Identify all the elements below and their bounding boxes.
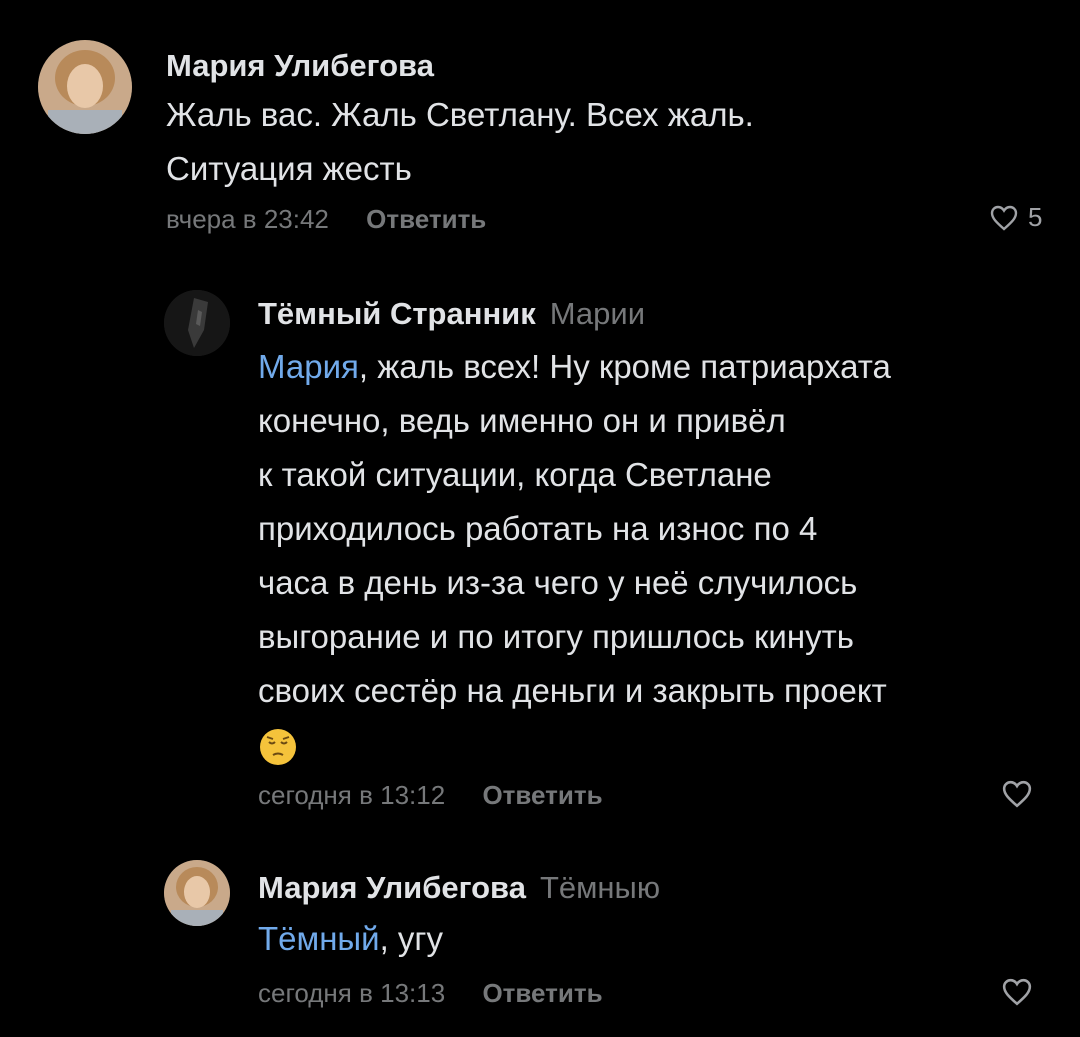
user-photo-icon [164,860,230,926]
comment-text: Жаль вас. Жаль Светлану. Всех жаль. Ситу… [166,96,754,187]
like-count: 5 [1028,202,1043,232]
comment-meta: сегодня в 13:12 Ответить [258,780,603,811]
comment-time: сегодня в 13:12 [258,780,446,810]
avatar[interactable] [38,40,132,134]
avatar[interactable] [164,290,230,356]
comment-meta: вчера в 23:42 Ответить [166,204,486,235]
like-button[interactable] [1002,978,1032,1006]
reply-button[interactable]: Ответить [482,780,602,810]
comment-time: вчера в 23:42 [166,204,329,234]
reply-to-label: Марии [549,296,646,331]
avatar[interactable] [164,860,230,926]
comment-author[interactable]: Мария Улибегова Тёмныю [258,870,660,906]
comment-meta: сегодня в 13:13 Ответить [258,978,603,1009]
user-photo-icon [164,290,230,356]
like-button[interactable] [1002,780,1032,808]
like-button[interactable]: 5 [990,202,1042,233]
heart-icon [1002,780,1032,808]
reply-button[interactable]: Ответить [482,978,602,1008]
user-photo-icon [38,40,132,134]
mention-link[interactable]: Мария [258,348,359,385]
mention-link[interactable]: Тёмный [258,920,380,957]
comment-text: Тёмный, угу [258,920,443,957]
heart-icon [990,205,1018,231]
reply-to-label: Тёмныю [539,870,661,905]
reply-button[interactable]: Ответить [366,204,486,234]
comment-text: Мария, жаль всех! Ну кроме патриархата к… [258,340,891,772]
comment-author[interactable]: Тёмный Странник Марии [258,296,645,332]
comment-time: сегодня в 13:13 [258,978,446,1008]
pensive-face-emoji [260,729,296,766]
heart-icon [1002,978,1032,1006]
comment-author[interactable]: Мария Улибегова [166,48,434,84]
